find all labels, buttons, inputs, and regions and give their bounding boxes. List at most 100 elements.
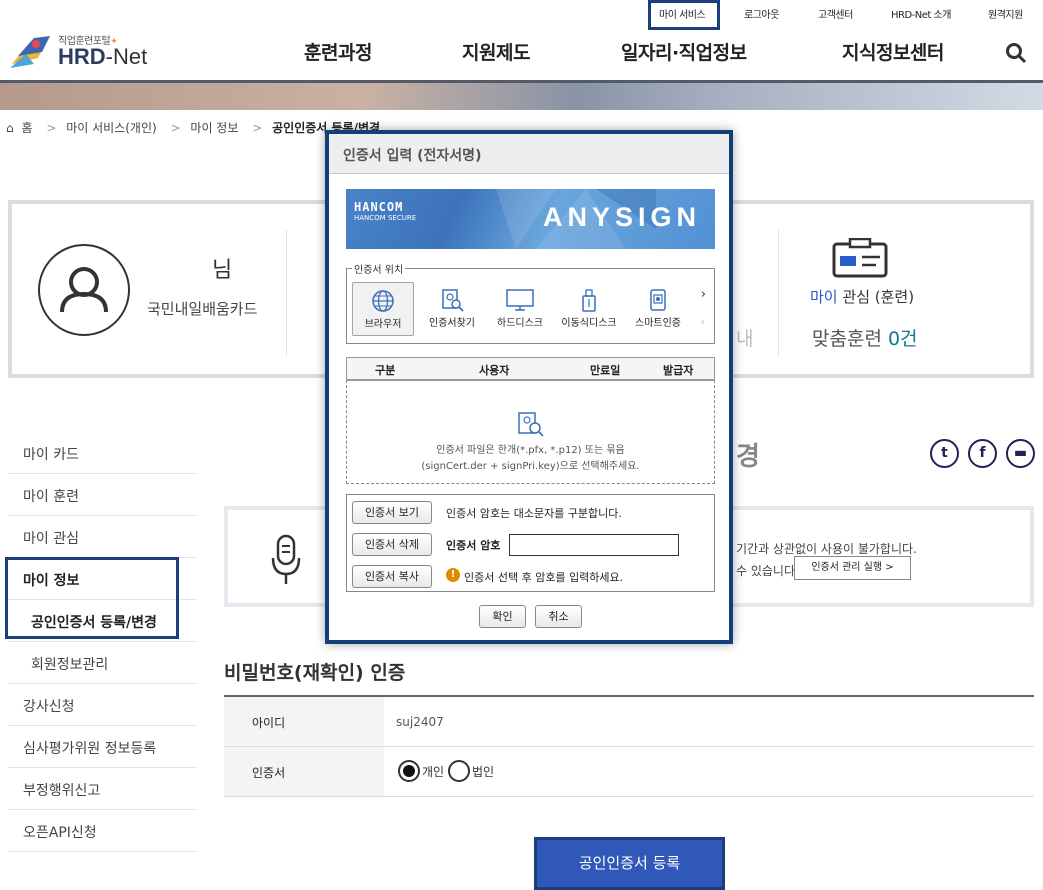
id-value: suj2407 xyxy=(396,715,444,729)
util-about[interactable]: HRD-Net 소개 xyxy=(891,6,951,21)
gnb-jobs[interactable]: 일자리·직업정보 xyxy=(621,38,747,65)
password-section-title: 비밀번호(재확인) 인증 xyxy=(224,662,406,684)
lnb-member-info[interactable]: 회원정보관리 xyxy=(8,642,197,684)
util-remote-support[interactable]: 원격지원 xyxy=(988,6,1023,21)
register-cert-button[interactable]: 공인인증서 등록 xyxy=(534,837,725,890)
col-user: 사용자 xyxy=(479,364,510,377)
microphone-icon xyxy=(271,534,301,584)
id-card-icon xyxy=(832,238,888,278)
smart-cert-icon xyxy=(650,289,666,311)
radio-personal-label[interactable]: 개인 xyxy=(422,763,444,780)
id-label: 아이디 xyxy=(224,697,384,746)
location-browser[interactable]: 브라우저 xyxy=(352,282,414,336)
lnb-report[interactable]: 부정행위신고 xyxy=(8,768,197,810)
print-icon[interactable]: ▬ xyxy=(1006,439,1035,468)
table-row: 인증서 개인 법인 xyxy=(224,747,1034,797)
breadcrumb-my-service[interactable]: 마이 서비스(개인) xyxy=(66,121,156,135)
cert-type-label: 인증서 xyxy=(224,747,384,796)
cert-location-legend: 인증서 위치 xyxy=(352,261,406,276)
cancel-button[interactable]: 취소 xyxy=(535,605,582,628)
lnb-evaluator[interactable]: 심사평가위원 정보등록 xyxy=(8,726,197,768)
anysign-banner: HANCOM HANCOM SECURE ANYSIGN xyxy=(346,189,715,249)
fav-count-label: 맞춤훈련 xyxy=(812,328,882,350)
fav-count-value: 0건 xyxy=(887,328,918,350)
home-icon[interactable]: ⌂ xyxy=(6,121,14,135)
cert-drop-zone[interactable]: 인증서 파일은 한개(*.pfx, *.p12) 또는 묶음 (signCert… xyxy=(346,380,715,484)
fav-title[interactable]: 마이 관심 (훈련) xyxy=(810,286,914,307)
gnb-training[interactable]: 훈련과정 xyxy=(304,38,372,65)
view-cert-button[interactable]: 인증서 보기 xyxy=(352,501,432,524)
password-table: 아이디 suj2407 인증서 개인 법인 xyxy=(224,695,1034,797)
twitter-icon[interactable]: t xyxy=(930,439,959,468)
lnb-open-api[interactable]: 오픈API신청 xyxy=(8,810,197,852)
breadcrumb-home[interactable]: 홈 xyxy=(21,121,32,135)
logo-mark-icon xyxy=(10,36,50,68)
gnb-support[interactable]: 지원제도 xyxy=(462,38,530,65)
avatar xyxy=(38,244,130,336)
breadcrumb-my-info[interactable]: 마이 정보 xyxy=(190,121,238,135)
location-find-cert[interactable]: 인증서찾기 xyxy=(419,282,485,336)
facebook-icon[interactable]: f xyxy=(968,439,997,468)
util-customer-center[interactable]: 고객센터 xyxy=(818,6,853,21)
usb-icon xyxy=(582,289,596,312)
hrd-net-logo[interactable]: 직업훈련포털✦ HRD-Net xyxy=(8,30,168,74)
breadcrumb: ⌂ 홈 > 마이 서비스(개인) > 마이 정보 > 공인인증서 등록/변경 xyxy=(6,121,381,135)
radio-corporate-label[interactable]: 법인 xyxy=(472,763,494,780)
chevron-left-icon[interactable]: ‹ xyxy=(701,315,705,328)
cert-file-icon xyxy=(518,412,544,437)
drop-instruction-1: 인증서 파일은 한개(*.pfx, *.p12) 또는 묶음 xyxy=(436,445,625,456)
util-logout[interactable]: 로그아웃 xyxy=(744,6,779,21)
case-sensitive-notice: 인증서 암호는 대소문자를 구분합니다. xyxy=(446,507,622,520)
cert-dialog: 인증서 입력 (전자서명) HANCOM HANCOM SECURE ANYSI… xyxy=(325,130,733,644)
fav-count[interactable]: 맞춤훈련 0건 xyxy=(812,324,918,351)
location-removable-disk[interactable]: 이동식디스크 xyxy=(555,282,623,336)
notice-text-1: 기간과 상관없이 사용이 불가합니다. xyxy=(736,542,917,556)
fav-title-text: 관심 (훈련) xyxy=(842,288,915,306)
search-icon[interactable] xyxy=(1005,42,1027,64)
lnb-instructor[interactable]: 강사신청 xyxy=(8,684,197,726)
logo-name-bold: HRD xyxy=(58,44,106,69)
hancom-secure-text: HANCOM SECURE xyxy=(354,214,417,222)
util-highlight-box xyxy=(648,0,720,30)
col-type: 구분 xyxy=(375,364,396,377)
hero-banner xyxy=(0,83,1043,110)
cert-manager-button[interactable]: 인증서 관리 실행 > xyxy=(794,556,911,580)
col-expiry: 만료일 xyxy=(590,364,621,377)
globe-icon xyxy=(372,290,394,312)
lnb-highlight-box xyxy=(5,557,179,639)
radio-personal[interactable] xyxy=(398,760,420,782)
lnb-my-training[interactable]: 마이 훈련 xyxy=(8,474,197,516)
card-name[interactable]: 국민내일배움카드 xyxy=(147,298,257,319)
cert-password-input[interactable] xyxy=(509,534,679,556)
lnb-my-card[interactable]: 마이 카드 xyxy=(8,432,197,474)
radio-corporate[interactable] xyxy=(448,760,470,782)
monitor-icon xyxy=(506,289,534,311)
location-find-cert-label: 인증서찾기 xyxy=(429,318,475,329)
cert-password-label: 인증서 암호 xyxy=(446,539,501,552)
col-issuer: 발급자 xyxy=(663,364,694,377)
chevron-right-icon[interactable]: › xyxy=(701,287,706,302)
copy-cert-button[interactable]: 인증서 복사 xyxy=(352,565,432,588)
table-row: 아이디 suj2407 xyxy=(224,697,1034,747)
page-title-partial: 경 xyxy=(736,442,760,472)
drop-instruction-2: (signCert.der + signPri.key)으로 선택해주세요. xyxy=(421,461,640,472)
location-hard-disk[interactable]: 하드디스크 xyxy=(489,282,551,336)
logo-name-rest: -Net xyxy=(105,44,148,69)
cert-location-group: 인증서 위치 브라우저 인증서찾기 하드디스크 이동식디스크 스마트인증 › ‹ xyxy=(346,261,715,344)
lnb-my-interest[interactable]: 마이 관심 xyxy=(8,516,197,558)
location-smart-cert[interactable]: 스마트인증 xyxy=(627,282,689,336)
delete-cert-button[interactable]: 인증서 삭제 xyxy=(352,533,432,556)
hancom-logo: HANCOM xyxy=(354,200,404,214)
obscured-text: 내 xyxy=(736,328,754,350)
divider xyxy=(286,230,287,356)
divider xyxy=(778,230,779,356)
dialog-title[interactable]: 인증서 입력 (전자서명) xyxy=(329,134,729,174)
cert-search-icon xyxy=(442,289,464,312)
location-smart-cert-label: 스마트인증 xyxy=(635,318,681,329)
gnb-knowledge[interactable]: 지식정보센터 xyxy=(842,38,944,65)
cert-table-header: 구분 사용자 만료일 발급자 xyxy=(346,357,715,380)
location-removable-disk-label: 이동식디스크 xyxy=(561,318,617,329)
utility-bar: 마이 서비스 로그아웃 고객센터 HRD-Net 소개 원격지원 xyxy=(0,0,1043,24)
fav-title-prefix: 마이 xyxy=(810,288,838,306)
ok-button[interactable]: 확인 xyxy=(479,605,526,628)
